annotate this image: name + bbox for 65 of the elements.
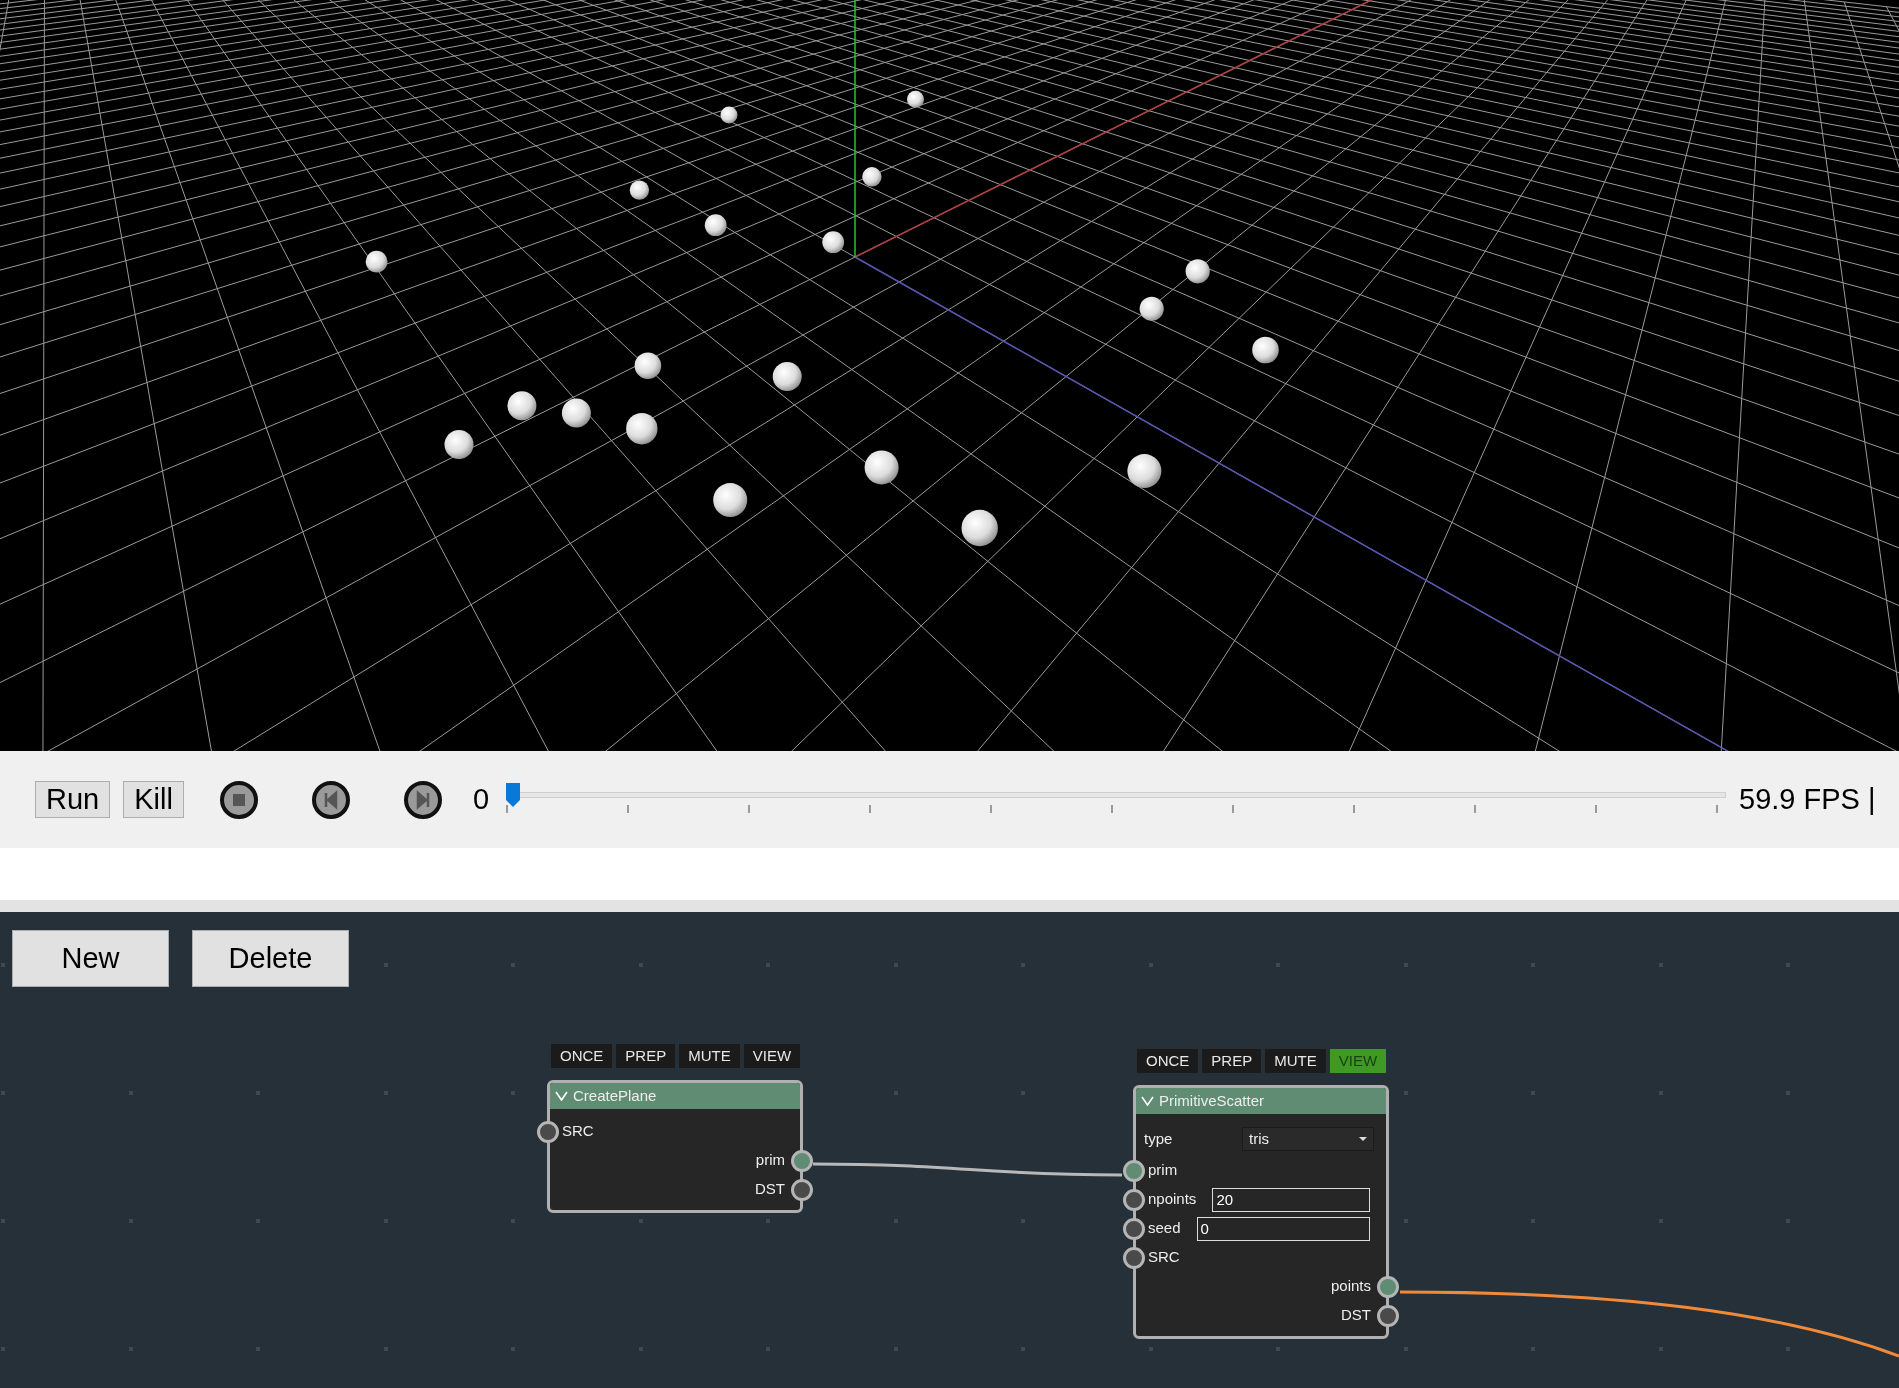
socket[interactable] (1123, 1159, 1145, 1182)
frame-number: 0 (472, 781, 489, 817)
sphere (1185, 259, 1210, 284)
port-label: seed (1148, 1218, 1181, 1239)
sphere (1139, 296, 1164, 321)
fps-readout: 59.9 FPS | (1739, 781, 1876, 817)
socket[interactable] (537, 1120, 559, 1143)
slider-thumb[interactable] (506, 782, 520, 807)
sphere (1127, 454, 1162, 489)
sphere (444, 429, 474, 459)
port-label: prim (1148, 1160, 1178, 1181)
sphere (772, 362, 802, 392)
sphere (907, 90, 924, 108)
port-label: prim (755, 1150, 785, 1171)
sphere (720, 106, 738, 124)
node-flag-button[interactable]: PREP (1202, 1049, 1262, 1073)
dropdown[interactable]: tris (1242, 1127, 1374, 1151)
sphere (634, 352, 662, 379)
chevron-icon[interactable] (1141, 1096, 1154, 1106)
node-flag-button[interactable]: ONCE (551, 1044, 613, 1068)
sphere (822, 231, 845, 254)
port-label: SRC (562, 1121, 594, 1142)
param-label: type (1144, 1128, 1174, 1149)
sphere (713, 483, 748, 518)
sphere (629, 180, 650, 200)
chevron-icon[interactable] (555, 1091, 568, 1101)
node-flag-button[interactable]: PREP (616, 1044, 676, 1068)
port-label: npoints (1148, 1189, 1197, 1210)
node-flag-button[interactable]: MUTE (1265, 1049, 1326, 1073)
node-flag-button[interactable]: ONCE (1137, 1049, 1199, 1073)
sphere (961, 509, 998, 547)
stop-icon[interactable] (218, 779, 259, 820)
editor-button[interactable]: New (12, 930, 169, 987)
socket[interactable] (1123, 1217, 1145, 1240)
port-label: DST (1341, 1305, 1371, 1326)
sphere (862, 167, 882, 187)
socket[interactable] (1123, 1188, 1145, 1211)
sphere (626, 413, 658, 445)
step-back-icon[interactable] (310, 779, 351, 820)
caret-icon (1359, 1137, 1367, 1141)
socket[interactable] (1377, 1304, 1399, 1327)
sphere (1252, 336, 1279, 364)
toolbar-button[interactable]: Run (35, 781, 111, 818)
node-flag-button[interactable]: MUTE (679, 1044, 740, 1068)
node-title: CreatePlane (573, 1085, 657, 1106)
port-label: SRC (1148, 1247, 1180, 1268)
input-field[interactable]: 0 (1196, 1216, 1370, 1241)
node-title: PrimitiveScatter (1159, 1090, 1265, 1111)
sphere (365, 250, 388, 273)
socket[interactable] (1123, 1246, 1145, 1269)
socket[interactable] (1377, 1275, 1399, 1298)
sphere (507, 391, 537, 421)
socket[interactable] (791, 1149, 813, 1172)
socket[interactable] (791, 1178, 813, 1201)
node-flag-button[interactable]: VIEW (743, 1044, 801, 1068)
3d-viewport[interactable] (0, 0, 1899, 751)
step-forward-icon[interactable] (402, 779, 443, 820)
input-field[interactable]: 20 (1212, 1187, 1370, 1212)
port-label: DST (755, 1179, 785, 1200)
sphere (864, 450, 899, 485)
port-label: points (1330, 1276, 1371, 1297)
toolbar-button[interactable]: Kill (123, 781, 184, 818)
editor-button[interactable]: Delete (192, 930, 349, 987)
sphere (561, 398, 591, 428)
sphere (704, 214, 727, 237)
